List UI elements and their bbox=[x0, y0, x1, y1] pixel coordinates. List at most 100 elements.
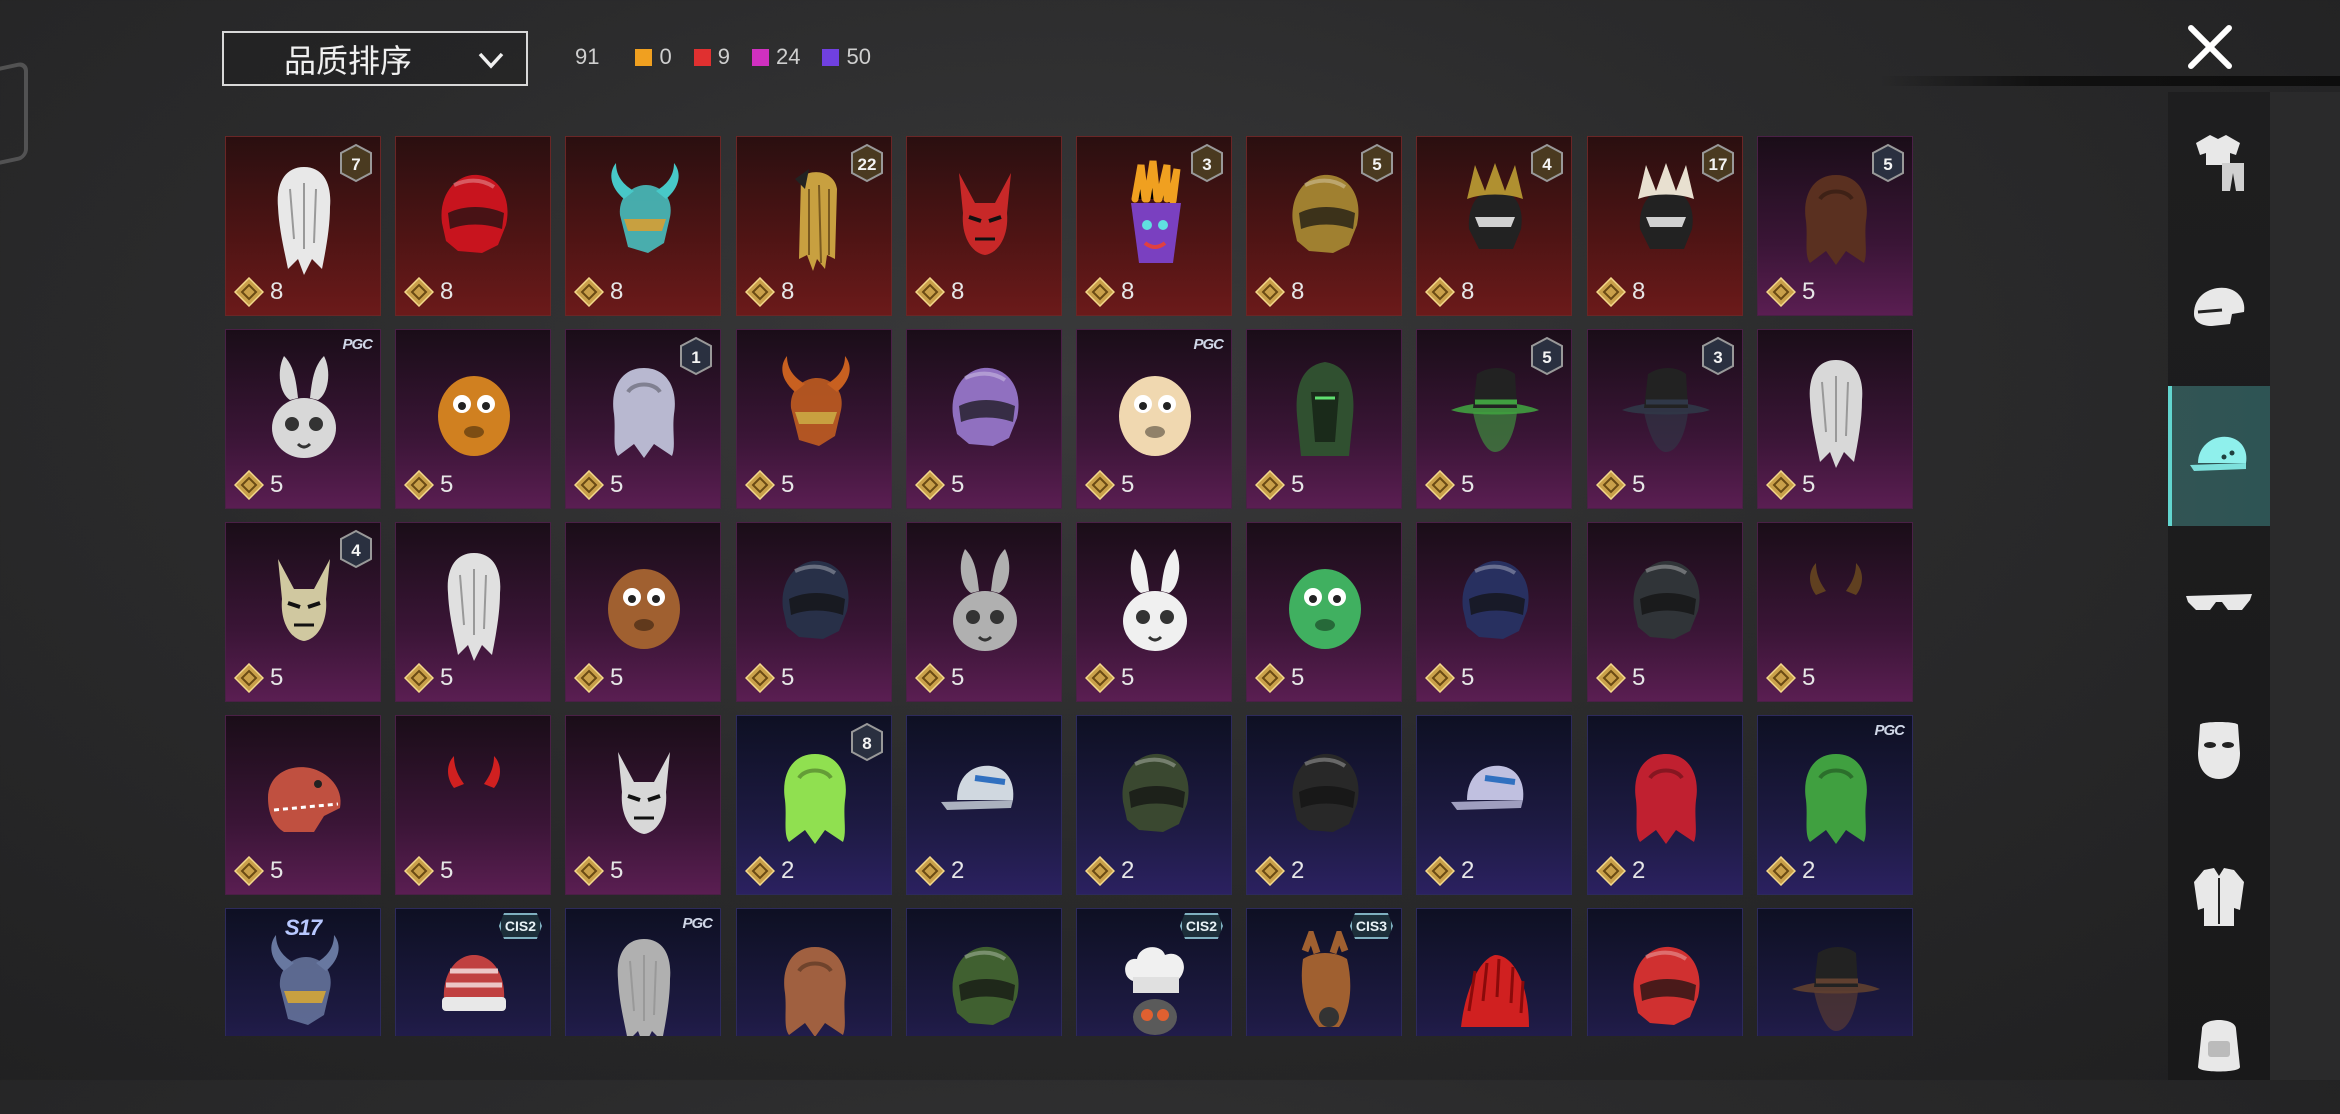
inventory-item[interactable]: 5 bbox=[225, 715, 381, 895]
svg-text:5: 5 bbox=[1542, 348, 1551, 367]
inventory-item[interactable]: 2 bbox=[906, 715, 1062, 895]
inventory-item[interactable]: 2 bbox=[1076, 715, 1232, 895]
item-thumbnail bbox=[1635, 754, 1697, 844]
inventory-item[interactable]: 58 bbox=[1246, 136, 1402, 316]
inventory-item[interactable]: 5 bbox=[1757, 522, 1913, 702]
level-badge-icon: 5 bbox=[1531, 336, 1563, 376]
inventory-item[interactable]: 45 bbox=[225, 522, 381, 702]
item-value: 5 bbox=[951, 471, 965, 498]
inventory-item[interactable]: 15 bbox=[565, 329, 721, 509]
item-value: 8 bbox=[1632, 278, 1646, 305]
inventory-item[interactable]: 5 bbox=[395, 329, 551, 509]
item-thumbnail bbox=[953, 549, 1017, 651]
item-value: 5 bbox=[1291, 471, 1305, 498]
inventory-item[interactable]: 17 8 bbox=[1587, 136, 1743, 316]
inventory-item[interactable]: 5 bbox=[906, 329, 1062, 509]
inventory-item[interactable]: CIS3 bbox=[1246, 908, 1402, 1036]
coin-icon bbox=[1766, 470, 1796, 500]
inventory-item[interactable]: PGC 5 bbox=[1076, 329, 1232, 509]
event-tag: PGC bbox=[1193, 336, 1223, 353]
inventory-item[interactable]: 2 bbox=[1587, 715, 1743, 895]
item-thumbnail bbox=[1462, 560, 1529, 639]
coin-icon bbox=[574, 663, 604, 693]
inventory-item[interactable]: PGC bbox=[565, 908, 721, 1036]
sort-dropdown[interactable]: 品质排序 bbox=[222, 31, 528, 86]
svg-text:4: 4 bbox=[351, 541, 361, 560]
coin-icon bbox=[234, 277, 264, 307]
tier-count-magenta: 24 bbox=[751, 44, 800, 70]
inventory-item[interactable]: 82 bbox=[736, 715, 892, 895]
item-thumbnail bbox=[1809, 360, 1863, 468]
item-thumbnail bbox=[1296, 362, 1354, 456]
inventory-item[interactable]: PGC 2 bbox=[1757, 715, 1913, 895]
item-thumbnail bbox=[1633, 560, 1700, 639]
item-value: 8 bbox=[1461, 278, 1475, 305]
close-icon[interactable] bbox=[2183, 20, 2237, 74]
inventory-item[interactable]: 5 bbox=[565, 522, 721, 702]
item-thumbnail bbox=[608, 569, 680, 649]
inventory-item[interactable]: 38 bbox=[1076, 136, 1232, 316]
coin-icon bbox=[915, 856, 945, 886]
item-thumbnail bbox=[618, 752, 670, 834]
inventory-item[interactable]: 5 bbox=[565, 715, 721, 895]
inventory-item[interactable]: 5 bbox=[1246, 522, 1402, 702]
inventory-item[interactable] bbox=[1587, 908, 1743, 1036]
inventory-item[interactable]: 5 bbox=[906, 522, 1062, 702]
item-thumbnail bbox=[1125, 947, 1184, 1035]
inventory-item[interactable]: 8 bbox=[906, 136, 1062, 316]
inventory-item[interactable] bbox=[906, 908, 1062, 1036]
inventory-item[interactable]: 5 bbox=[1246, 329, 1402, 509]
inventory-item[interactable]: 5 bbox=[1587, 522, 1743, 702]
cap-icon bbox=[2190, 436, 2247, 471]
inventory-item[interactable]: 55 bbox=[1416, 329, 1572, 509]
inventory-item[interactable] bbox=[1416, 908, 1572, 1036]
inventory-item[interactable]: 2 bbox=[1246, 715, 1402, 895]
coin-icon bbox=[1255, 663, 1285, 693]
level-badge-icon: 1 bbox=[680, 336, 712, 376]
coin-icon bbox=[1255, 856, 1285, 886]
sidebar-item-outfit[interactable] bbox=[2168, 92, 2270, 232]
inventory-item[interactable]: 5 bbox=[736, 329, 892, 509]
inventory-item[interactable]: 2 bbox=[1416, 715, 1572, 895]
inventory-item[interactable] bbox=[736, 908, 892, 1036]
sidebar-item-jacket[interactable] bbox=[2168, 827, 2270, 967]
sidebar-item-helmet[interactable] bbox=[2168, 239, 2270, 379]
inventory-item[interactable]: 5 bbox=[395, 522, 551, 702]
inventory-item[interactable]: PGC 5 bbox=[225, 329, 381, 509]
coin-icon bbox=[234, 856, 264, 886]
level-badge-icon: 3 bbox=[1191, 143, 1223, 183]
inventory-item[interactable]: 8 bbox=[395, 136, 551, 316]
inventory-item[interactable] bbox=[1757, 908, 1913, 1036]
item-value: 5 bbox=[440, 857, 454, 884]
item-thumbnail bbox=[441, 174, 508, 253]
inventory-item[interactable]: S17 bbox=[225, 908, 381, 1036]
inventory-item[interactable]: CIS2 bbox=[395, 908, 551, 1036]
item-thumbnail bbox=[1122, 753, 1189, 832]
item-thumbnail bbox=[271, 935, 339, 1025]
svg-text:22: 22 bbox=[858, 155, 877, 174]
item-value: 8 bbox=[610, 278, 624, 305]
inventory-item[interactable]: 35 bbox=[1587, 329, 1743, 509]
inventory-item[interactable]: 5 bbox=[736, 522, 892, 702]
coin-icon bbox=[404, 663, 434, 693]
inventory-item[interactable]: 5 bbox=[395, 715, 551, 895]
sort-dropdown-label: 品质排序 bbox=[284, 41, 413, 80]
inventory-item[interactable]: 5 bbox=[1757, 329, 1913, 509]
red-swatch-icon bbox=[693, 48, 711, 66]
inventory-item[interactable]: 22 8 bbox=[736, 136, 892, 316]
item-thumbnail bbox=[784, 947, 846, 1036]
inventory-item[interactable]: 55 bbox=[1757, 136, 1913, 316]
inventory-item[interactable]: 48 bbox=[1416, 136, 1572, 316]
sidebar-item-glasses[interactable] bbox=[2168, 533, 2270, 673]
sidebar-item-cap[interactable] bbox=[2168, 386, 2270, 526]
inventory-item[interactable]: 5 bbox=[1076, 522, 1232, 702]
coin-icon bbox=[574, 277, 604, 307]
sidebar-item-backpack[interactable] bbox=[2168, 974, 2270, 1114]
inventory-item[interactable]: 78 bbox=[225, 136, 381, 316]
sidebar-item-mask[interactable] bbox=[2168, 680, 2270, 820]
event-tag: PGC bbox=[342, 336, 372, 353]
inventory-item[interactable]: CIS2 bbox=[1076, 908, 1232, 1036]
inventory-item[interactable]: 8 bbox=[565, 136, 721, 316]
inventory-item[interactable]: 5 bbox=[1416, 522, 1572, 702]
item-thumbnail bbox=[1451, 765, 1524, 810]
